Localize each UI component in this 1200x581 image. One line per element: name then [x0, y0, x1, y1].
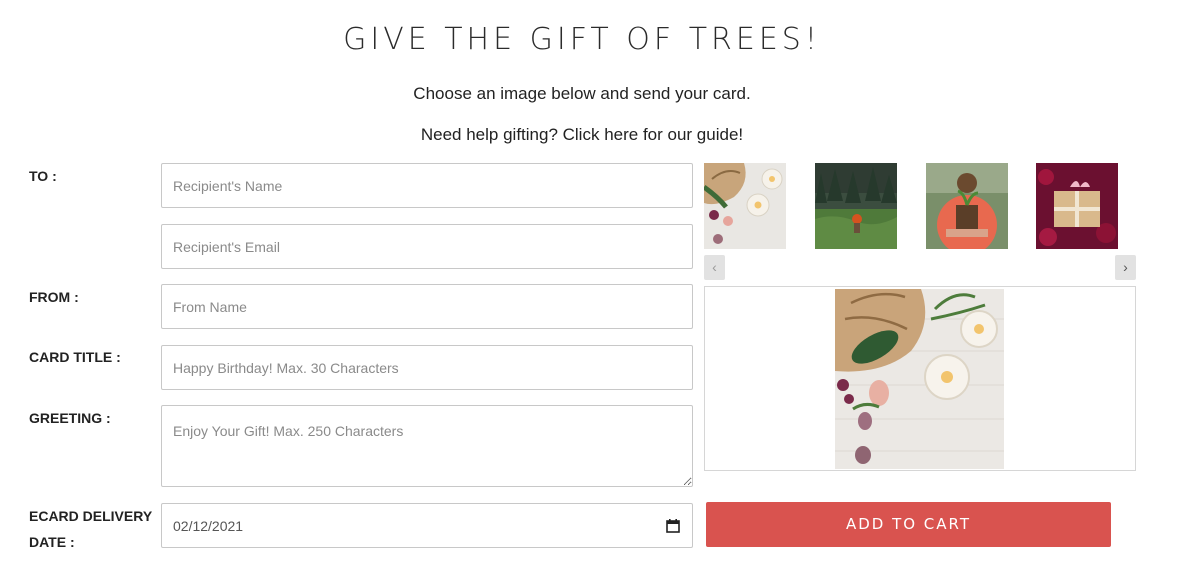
selected-image-preview [704, 286, 1136, 471]
thumbnail-gift-candles[interactable] [704, 163, 786, 249]
preview-image [835, 289, 1004, 469]
from-name-input[interactable] [161, 284, 693, 329]
thumbnail-gift-box[interactable] [1036, 163, 1118, 249]
recipient-email-input[interactable] [161, 224, 693, 269]
greeting-label: GREETING : [29, 410, 111, 426]
recipient-name-input[interactable] [161, 163, 693, 208]
thumbnail-forest-planting[interactable] [815, 163, 897, 249]
greeting-textarea[interactable] [161, 405, 693, 487]
card-title-label: CARD TITLE : [29, 349, 121, 365]
page-subtitle: Choose an image below and send your card… [413, 84, 751, 103]
help-prefix: Need help gifting? Click [420, 125, 605, 144]
delivery-date-value: 02/12/2021 [173, 517, 244, 534]
add-to-cart-button[interactable]: ADD TO CART [706, 502, 1111, 547]
help-text: Need help gifting? Click here for our gu… [0, 125, 1164, 145]
delivery-date-label-line1: ECARD DELIVERY [29, 508, 153, 524]
guide-link[interactable]: here [604, 125, 638, 144]
to-label: TO : [29, 168, 57, 184]
thumbnail-seedling-hands[interactable] [926, 163, 1008, 249]
from-label: FROM : [29, 289, 79, 305]
carousel-next-button[interactable]: › [1115, 255, 1136, 280]
help-suffix: for our guide! [638, 125, 744, 144]
carousel-prev-button[interactable]: ‹ [704, 255, 725, 280]
delivery-date-input[interactable]: 02/12/2021 [161, 503, 693, 548]
calendar-icon[interactable] [665, 518, 681, 534]
card-title-input[interactable] [161, 345, 693, 390]
delivery-date-label: ECARD DELIVERY DATE : [29, 503, 152, 555]
page-title: GIVE THE GIFT OF TREES! [343, 22, 821, 57]
delivery-date-label-line2: DATE : [29, 534, 75, 550]
